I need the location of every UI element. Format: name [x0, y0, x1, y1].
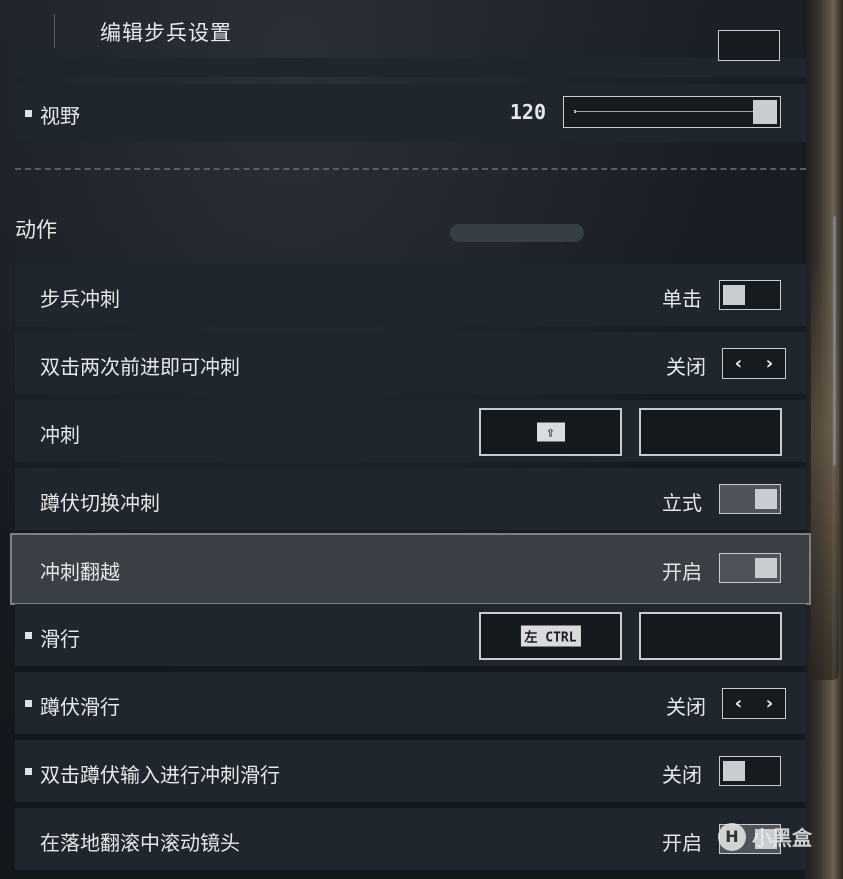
- chevron-left-icon[interactable]: ‹: [735, 353, 742, 374]
- watermark-logo-icon: H: [718, 822, 746, 851]
- setting-label: 步兵冲刺: [40, 287, 120, 311]
- secondary-keybind[interactable]: [639, 612, 782, 660]
- primary-keybind[interactable]: ⇪: [479, 408, 622, 456]
- setting-value: 关闭: [666, 355, 706, 379]
- section-title: 动作: [15, 218, 57, 242]
- bullet-icon: [25, 768, 32, 775]
- secondary-keybind[interactable]: [639, 408, 782, 456]
- section-divider: [15, 168, 806, 170]
- setting-row-roll-camera[interactable]: 在落地翻滚中滚动镜头 开启: [15, 808, 806, 870]
- bullet-icon: [25, 632, 32, 639]
- setting-row-sprint-vault[interactable]: 冲刺翻越 开启: [10, 533, 811, 605]
- option-stepper[interactable]: ‹ ›: [722, 688, 786, 719]
- setting-label: 冲刺: [40, 423, 80, 447]
- setting-label: 滑行: [40, 627, 80, 651]
- setting-value: 关闭: [662, 763, 702, 787]
- setting-row-crouch-slide[interactable]: 蹲伏滑行 关闭 ‹ ›: [15, 672, 806, 734]
- chevron-left-icon[interactable]: ‹: [735, 693, 742, 714]
- fov-slider[interactable]: [563, 96, 781, 128]
- shift-key-icon: ⇪: [536, 422, 565, 442]
- background-character: [803, 0, 843, 879]
- partial-row: [15, 0, 806, 77]
- chevron-right-icon[interactable]: ›: [766, 353, 773, 374]
- ctrl-key-label: 左 CTRL: [520, 625, 581, 647]
- toggle-switch[interactable]: [719, 280, 781, 310]
- setting-value: 开启: [662, 560, 702, 584]
- setting-value: 关闭: [666, 695, 706, 719]
- setting-row-slide[interactable]: 滑行 左 CTRL: [15, 604, 806, 666]
- setting-value: 开启: [662, 831, 702, 855]
- toggle-knob: [723, 761, 745, 781]
- slider-track: [574, 111, 760, 112]
- partial-row-strip: [15, 58, 806, 77]
- fov-value: 120: [509, 100, 546, 124]
- setting-label: 双击蹲伏输入进行冲刺滑行: [40, 763, 280, 787]
- setting-label: 蹲伏切换冲刺: [40, 491, 160, 515]
- setting-label: 在落地翻滚中滚动镜头: [40, 831, 240, 855]
- settings-screen: 编辑步兵设置 视野 120 动作 步兵冲刺 单击 双击两次前进即可冲刺 关闭 ‹…: [0, 0, 843, 879]
- bullet-icon: [25, 110, 32, 117]
- toggle-switch[interactable]: [719, 553, 781, 583]
- toggle-knob: [755, 489, 777, 509]
- setting-value: 立式: [662, 491, 702, 515]
- scrollbar-thumb[interactable]: [833, 216, 836, 466]
- toggle-knob: [755, 558, 777, 578]
- toggle-knob: [723, 285, 745, 305]
- option-stepper[interactable]: ‹ ›: [722, 348, 786, 379]
- partial-row-control[interactable]: [718, 30, 780, 61]
- setting-row-infantry-sprint[interactable]: 步兵冲刺 单击: [15, 264, 806, 326]
- setting-row-double-tap-sprint[interactable]: 双击两次前进即可冲刺 关闭 ‹ ›: [15, 332, 806, 394]
- setting-label: 双击两次前进即可冲刺: [40, 355, 240, 379]
- primary-keybind[interactable]: 左 CTRL: [479, 612, 622, 660]
- setting-value: 单击: [662, 287, 702, 311]
- setting-row-sprint[interactable]: 冲刺 ⇪: [15, 400, 806, 462]
- slider-handle[interactable]: [753, 100, 777, 124]
- toggle-switch[interactable]: [719, 756, 781, 786]
- setting-row-crouch-toggle-sprint[interactable]: 蹲伏切换冲刺 立式: [15, 468, 806, 530]
- bullet-icon: [25, 700, 32, 707]
- setting-label: 蹲伏滑行: [40, 695, 120, 719]
- setting-label: 冲刺翻越: [40, 560, 120, 584]
- chevron-right-icon[interactable]: ›: [766, 693, 773, 714]
- toggle-switch[interactable]: [719, 484, 781, 514]
- setting-row-double-tap-crouch-slide[interactable]: 双击蹲伏输入进行冲刺滑行 关闭: [15, 740, 806, 802]
- setting-label: 视野: [40, 104, 80, 128]
- watermark-text: 小黑盒: [752, 826, 812, 850]
- watermark: H 小黑盒: [718, 822, 812, 851]
- setting-row-fov[interactable]: 视野 120: [15, 84, 806, 142]
- glow-highlight: [450, 224, 584, 242]
